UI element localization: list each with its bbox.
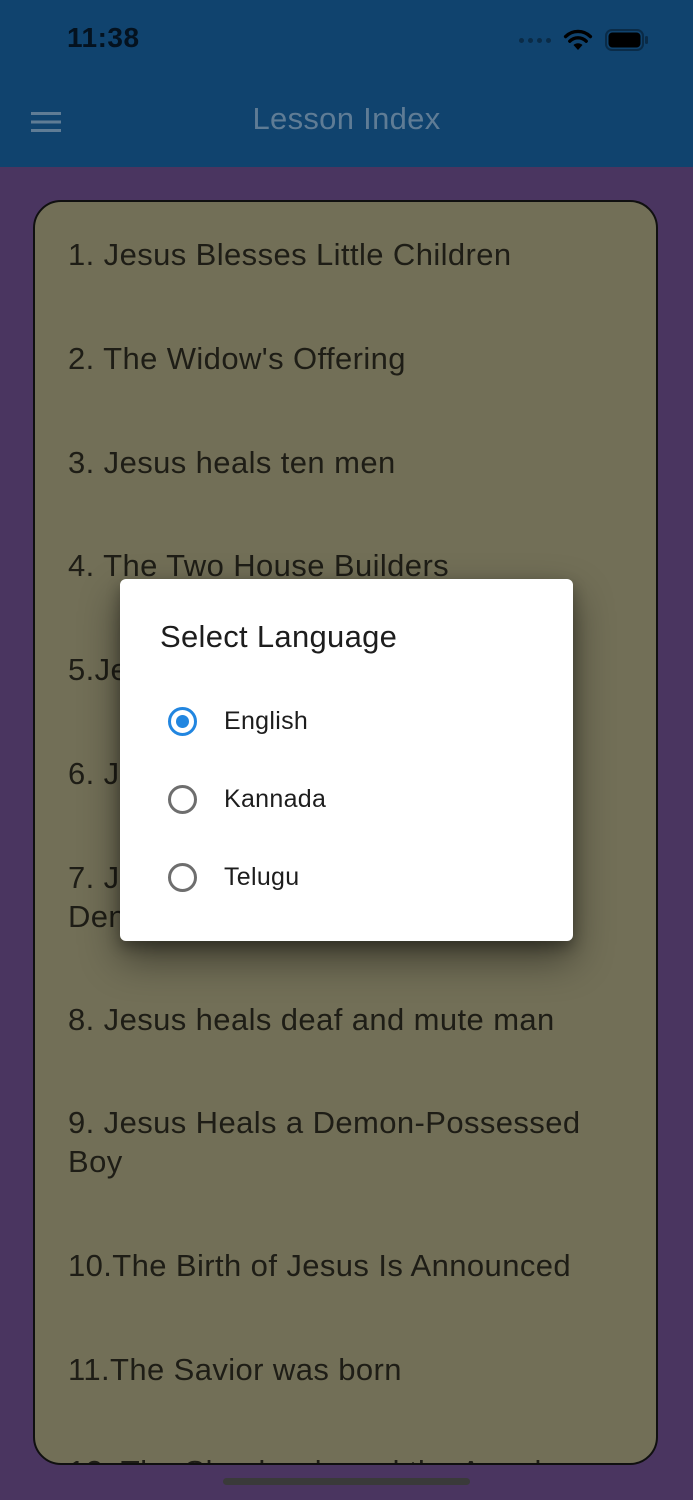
radio-label: Kannada bbox=[224, 784, 327, 813]
radio-button[interactable] bbox=[168, 784, 197, 814]
radio-label: English bbox=[224, 706, 309, 735]
language-option-english[interactable]: English bbox=[168, 701, 308, 741]
language-option-kannada[interactable]: Kannada bbox=[168, 779, 326, 819]
language-option-telugu[interactable]: Telugu bbox=[168, 857, 299, 897]
radio-label: Telugu bbox=[224, 862, 300, 891]
home-indicator bbox=[223, 1478, 470, 1485]
screen: 11:38 Lesson Index 1. Jesus Blesses Litt… bbox=[0, 0, 693, 1500]
radio-button[interactable] bbox=[168, 706, 197, 736]
radio-button[interactable] bbox=[168, 862, 197, 892]
dialog-title: Select Language bbox=[160, 619, 398, 654]
language-dialog: Select Language English Kannada Telugu bbox=[120, 579, 573, 941]
